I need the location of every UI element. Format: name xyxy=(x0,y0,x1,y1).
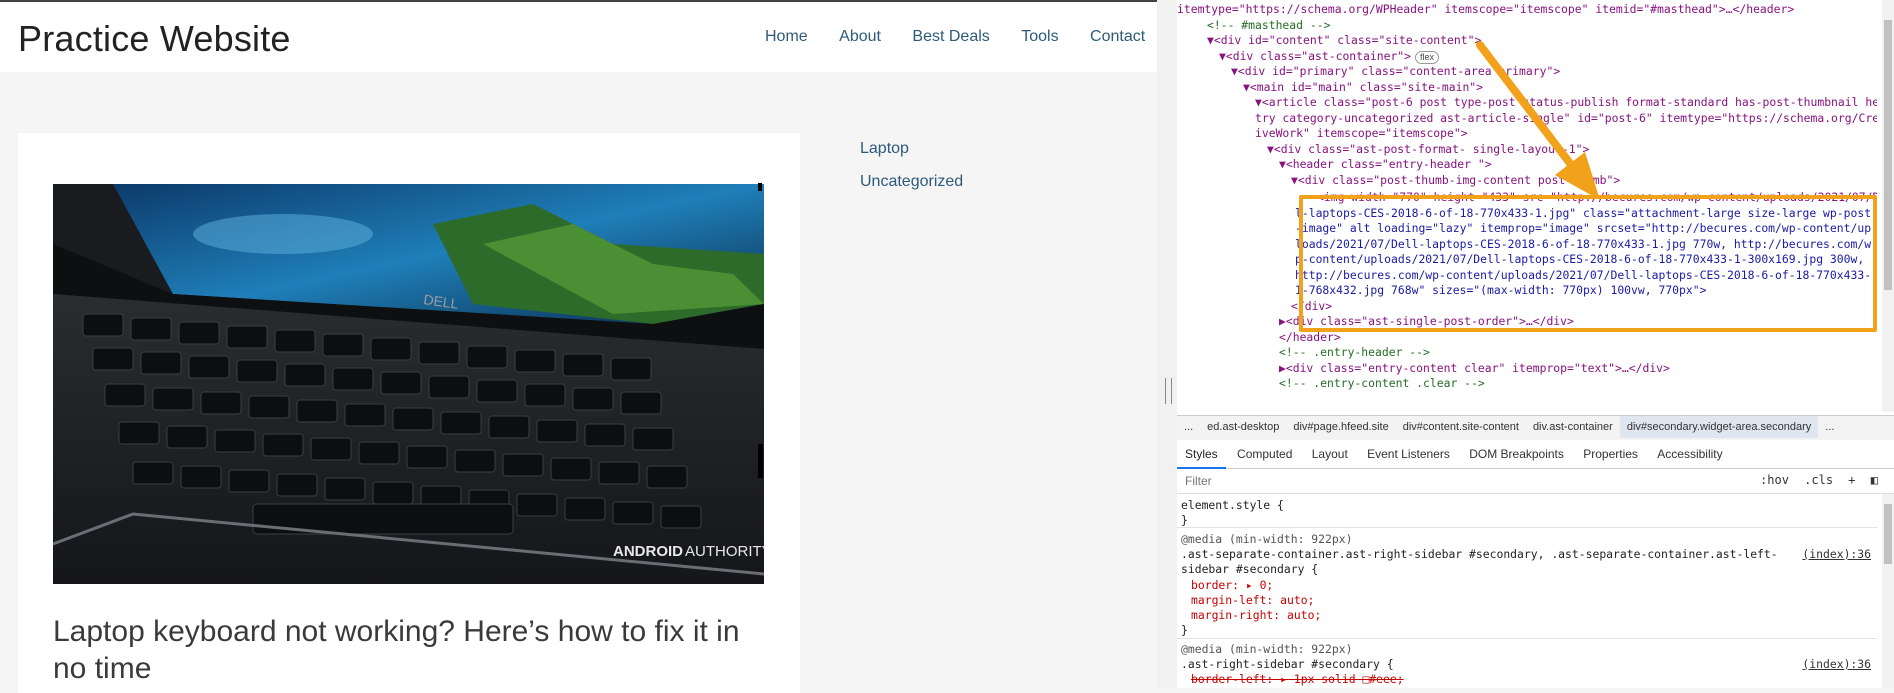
dom-node[interactable]: ▼<div class="ast-container"> flex xyxy=(1219,49,1440,64)
breadcrumb-item[interactable]: ... xyxy=(1818,416,1841,438)
article-card: DELL ANDROID AUTHORITY Laptop keyboard n… xyxy=(18,133,800,693)
watermark: ANDROID AUTHORITY xyxy=(613,543,764,560)
pane-divider[interactable] xyxy=(1157,0,1177,688)
dom-node[interactable]: ▼<div id="content" class="site-content"> xyxy=(1207,33,1481,48)
style-line[interactable]: margin-left: auto; xyxy=(1191,593,1314,608)
tab-accessibility[interactable]: Accessibility xyxy=(1649,440,1730,467)
flex-badge[interactable]: flex xyxy=(1415,50,1440,64)
dom-node[interactable]: <!-- .entry-content .clear --> xyxy=(1279,376,1485,391)
nav-about[interactable]: About xyxy=(839,28,881,46)
nav-contact[interactable]: Contact xyxy=(1090,28,1145,46)
cls-toggle[interactable]: .cls xyxy=(1804,473,1833,487)
post-thumbnail-image[interactable]: DELL ANDROID AUTHORITY xyxy=(53,184,764,584)
site-title[interactable]: Practice Website xyxy=(18,18,291,60)
sidebar-toggle-icon[interactable]: ◧ xyxy=(1871,473,1878,487)
breadcrumb-item[interactable]: div#content.site-content xyxy=(1396,416,1526,438)
resize-handle-top[interactable] xyxy=(758,183,762,191)
new-rule-button[interactable]: + xyxy=(1848,473,1855,487)
tab-properties[interactable]: Properties xyxy=(1575,440,1646,467)
style-line[interactable]: .ast-separate-container.ast-right-sideba… xyxy=(1181,547,1778,562)
dom-node[interactable]: ▼<header class="entry-header "> xyxy=(1279,157,1492,172)
styles-filter-input[interactable] xyxy=(1183,472,1587,490)
styles-tabs: Styles Computed Layout Event Listeners D… xyxy=(1177,440,1894,469)
site-header: Practice Website Home About Best Deals T… xyxy=(0,2,1157,72)
style-line[interactable]: border-left: ▸ 1px solid □#eee; xyxy=(1191,672,1404,687)
nav-best-deals[interactable]: Best Deals xyxy=(912,28,989,46)
img-highlight-box xyxy=(1299,195,1877,332)
tab-layout[interactable]: Layout xyxy=(1304,440,1356,467)
styles-filter-bar: :hov .cls + ◧ xyxy=(1177,469,1894,494)
sidebar-link-uncategorized[interactable]: Uncategorized xyxy=(860,173,963,191)
styles-scrollbar[interactable] xyxy=(1882,494,1894,688)
breadcrumb-item[interactable]: div.ast-container xyxy=(1526,416,1620,438)
styles-scroll-thumb[interactable] xyxy=(1884,504,1892,564)
dom-node[interactable]: ▼<article class="post-6 post type-post s… xyxy=(1255,95,1877,110)
styles-pane: element.style {} @media (min-width: 922px… xyxy=(1177,494,1877,688)
style-line[interactable]: } xyxy=(1181,513,1188,528)
breadcrumb-item[interactable]: div#secondary.widget-area.secondary xyxy=(1619,416,1819,438)
breadcrumb-item[interactable]: ... xyxy=(1177,416,1200,438)
dom-node[interactable]: try category-uncategorized ast-article-s… xyxy=(1255,111,1877,126)
elements-scrollbar[interactable] xyxy=(1882,0,1894,412)
breadcrumb: ... ed.ast-desktop div#page.hfeed.site div#… xyxy=(1177,415,1894,441)
style-line[interactable]: .ast-right-sidebar #secondary { xyxy=(1181,657,1394,672)
dom-node[interactable]: ▼<main id="main" class="site-main"> xyxy=(1243,80,1483,95)
filter-tools: :hov .cls + ◧ xyxy=(1752,473,1878,487)
divider-grip-icon[interactable] xyxy=(1165,378,1172,404)
elements-scroll-thumb[interactable] xyxy=(1884,20,1892,290)
tab-event-listeners[interactable]: Event Listeners xyxy=(1359,440,1458,467)
style-line[interactable]: sidebar #secondary { xyxy=(1181,562,1318,577)
tab-styles[interactable]: Styles xyxy=(1177,440,1226,469)
dom-node[interactable]: <!-- #masthead --> xyxy=(1207,18,1330,33)
dom-node[interactable]: iveWork" itemscope="itemscope"> xyxy=(1255,126,1468,141)
dom-node[interactable]: ▼<div id="primary" class="content-area p… xyxy=(1231,64,1560,79)
style-source-link[interactable]: (index):36 xyxy=(1802,657,1871,671)
website-pane: Practice Website Home About Best Deals T… xyxy=(0,0,1157,693)
style-line[interactable]: } xyxy=(1181,623,1188,638)
breadcrumb-item[interactable]: div#page.hfeed.site xyxy=(1286,416,1395,438)
style-line[interactable]: @media (min-width: 922px) xyxy=(1181,532,1352,547)
main-nav: Home About Best Deals Tools Contact xyxy=(765,28,1145,46)
rule-separator xyxy=(1177,527,1877,528)
nav-home[interactable]: Home xyxy=(765,28,808,46)
style-line[interactable]: element.style { xyxy=(1181,498,1284,513)
nav-tools[interactable]: Tools xyxy=(1021,28,1058,46)
style-line[interactable]: @media (min-width: 922px) xyxy=(1181,642,1352,657)
resize-handle-right[interactable] xyxy=(758,444,763,478)
tab-dom-breakpoints[interactable]: DOM Breakpoints xyxy=(1461,440,1572,467)
devtools-panel: itemtype="https://schema.org/WPHeader" i… xyxy=(1177,0,1894,688)
style-source-link[interactable]: (index):36 xyxy=(1802,547,1871,561)
svg-text:AUTHORITY: AUTHORITY xyxy=(685,543,764,560)
style-line[interactable]: margin-right: auto; xyxy=(1191,608,1321,623)
laptop-illustration: DELL ANDROID AUTHORITY xyxy=(53,184,764,584)
hov-toggle[interactable]: :hov xyxy=(1760,473,1789,487)
dom-node[interactable]: ▼<div class="post-thumb-img-content post… xyxy=(1291,173,1620,188)
tab-computed[interactable]: Computed xyxy=(1229,440,1300,467)
style-line[interactable]: border: ▸ 0; xyxy=(1191,578,1273,593)
breadcrumb-item[interactable]: ed.ast-desktop xyxy=(1200,416,1286,438)
rule-separator xyxy=(1177,638,1877,639)
dom-node[interactable]: <!-- .entry-header --> xyxy=(1279,345,1430,360)
dom-node[interactable]: ▼<div class="ast-post-format- single-lay… xyxy=(1267,142,1589,157)
dom-node[interactable]: itemtype="https://schema.org/WPHeader" i… xyxy=(1177,2,1794,17)
svg-text:ANDROID: ANDROID xyxy=(613,543,683,560)
sidebar-categories: Laptop Uncategorized xyxy=(860,140,963,206)
dom-node[interactable]: ▶<div class="entry-content clear" itempr… xyxy=(1279,361,1670,376)
sidebar-link-laptop[interactable]: Laptop xyxy=(860,140,963,158)
article-title[interactable]: Laptop keyboard not working? Here’s how … xyxy=(53,613,773,687)
